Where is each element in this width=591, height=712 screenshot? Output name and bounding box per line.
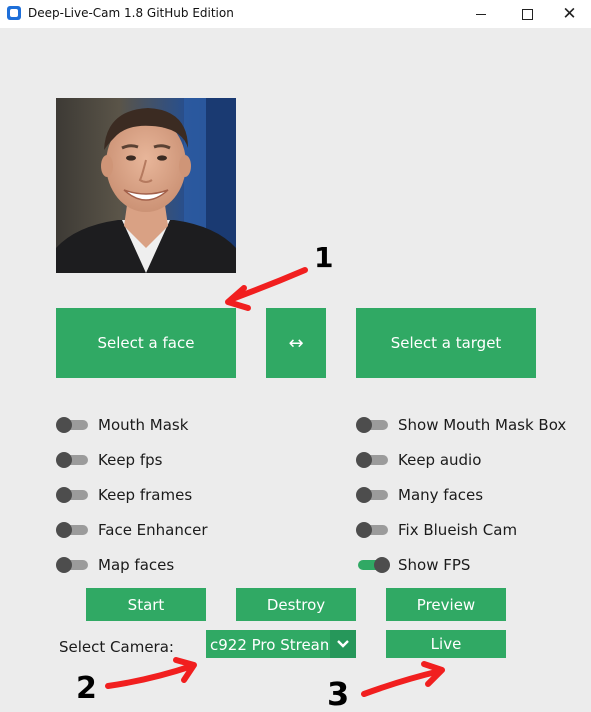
title-bar: Deep-Live-Cam 1.8 GitHub Edition ✕	[0, 0, 591, 28]
toggle-label: Keep fps	[98, 451, 163, 469]
toggle-label: Keep frames	[98, 486, 193, 504]
camera-dropdown[interactable]: c922 Pro Stream Webcam	[206, 630, 356, 658]
toggle-map-faces[interactable]: Map faces	[56, 555, 174, 575]
toggle-keep-frames[interactable]: Keep frames	[56, 485, 192, 505]
switch-keep-frames[interactable]	[56, 485, 90, 505]
window-title: Deep-Live-Cam 1.8 GitHub Edition	[28, 6, 234, 20]
toggle-keep-fps[interactable]: Keep fps	[56, 450, 162, 470]
close-button[interactable]: ✕	[548, 0, 591, 28]
swap-button[interactable]: ↔	[266, 308, 326, 378]
source-face-image	[56, 98, 236, 273]
close-icon: ✕	[562, 3, 577, 24]
toggle-label: Show Mouth Mask Box	[398, 416, 567, 434]
select-face-button[interactable]: Select a face	[56, 308, 236, 378]
chevron-down-icon[interactable]	[330, 630, 356, 658]
toggle-label: Keep audio	[398, 451, 482, 469]
toggle-show-fps[interactable]: Show FPS	[356, 555, 470, 575]
toggle-face-enhancer[interactable]: Face Enhancer	[56, 520, 208, 540]
toggle-label: Fix Blueish Cam	[398, 521, 518, 539]
preview-button[interactable]: Preview	[386, 588, 506, 621]
switch-many-faces[interactable]	[356, 485, 390, 505]
toggle-label: Mouth Mask	[98, 416, 189, 434]
toggle-label: Many faces	[398, 486, 484, 504]
app-window: Deep-Live-Cam 1.8 GitHub Edition ✕ Selec…	[0, 0, 591, 712]
minimize-icon	[476, 13, 486, 15]
live-button[interactable]: Live	[386, 630, 506, 658]
toggle-many-faces[interactable]: Many faces	[356, 485, 483, 505]
toggle-mouth-mask[interactable]: Mouth Mask	[56, 415, 188, 435]
toggle-keep-audio[interactable]: Keep audio	[356, 450, 481, 470]
destroy-button[interactable]: Destroy	[236, 588, 356, 621]
maximize-icon	[521, 8, 533, 20]
switch-show-mouth-mask-box[interactable]	[356, 415, 390, 435]
switch-map-faces[interactable]	[56, 555, 90, 575]
switch-keep-audio[interactable]	[356, 450, 390, 470]
toggle-label: Map faces	[98, 556, 175, 574]
toggle-label: Show FPS	[398, 556, 471, 574]
switch-mouth-mask[interactable]	[56, 415, 90, 435]
arrow-3-icon	[361, 661, 445, 697]
maximize-button[interactable]	[504, 0, 550, 28]
minimize-button[interactable]	[458, 0, 504, 28]
arrow-2-icon	[105, 657, 197, 689]
start-button[interactable]: Start	[86, 588, 206, 621]
toggle-show-mouth-mask-box[interactable]: Show Mouth Mask Box	[356, 415, 566, 435]
switch-fix-blueish-cam[interactable]	[356, 520, 390, 540]
toggle-label: Face Enhancer	[98, 521, 208, 539]
annotation-number-3: 3	[327, 675, 350, 712]
app-icon	[7, 6, 21, 20]
switch-keep-fps[interactable]	[56, 450, 90, 470]
annotation-number-1: 1	[314, 241, 334, 274]
toggle-fix-blueish-cam[interactable]: Fix Blueish Cam	[356, 520, 517, 540]
arrow-1-icon	[225, 267, 308, 311]
select-target-button[interactable]: Select a target	[356, 308, 536, 378]
switch-face-enhancer[interactable]	[56, 520, 90, 540]
camera-label: Select Camera:	[59, 638, 174, 656]
annotation-number-2: 2	[76, 671, 97, 706]
switch-show-fps[interactable]	[356, 555, 390, 575]
camera-selected-value: c922 Pro Stream Webcam	[210, 636, 328, 654]
